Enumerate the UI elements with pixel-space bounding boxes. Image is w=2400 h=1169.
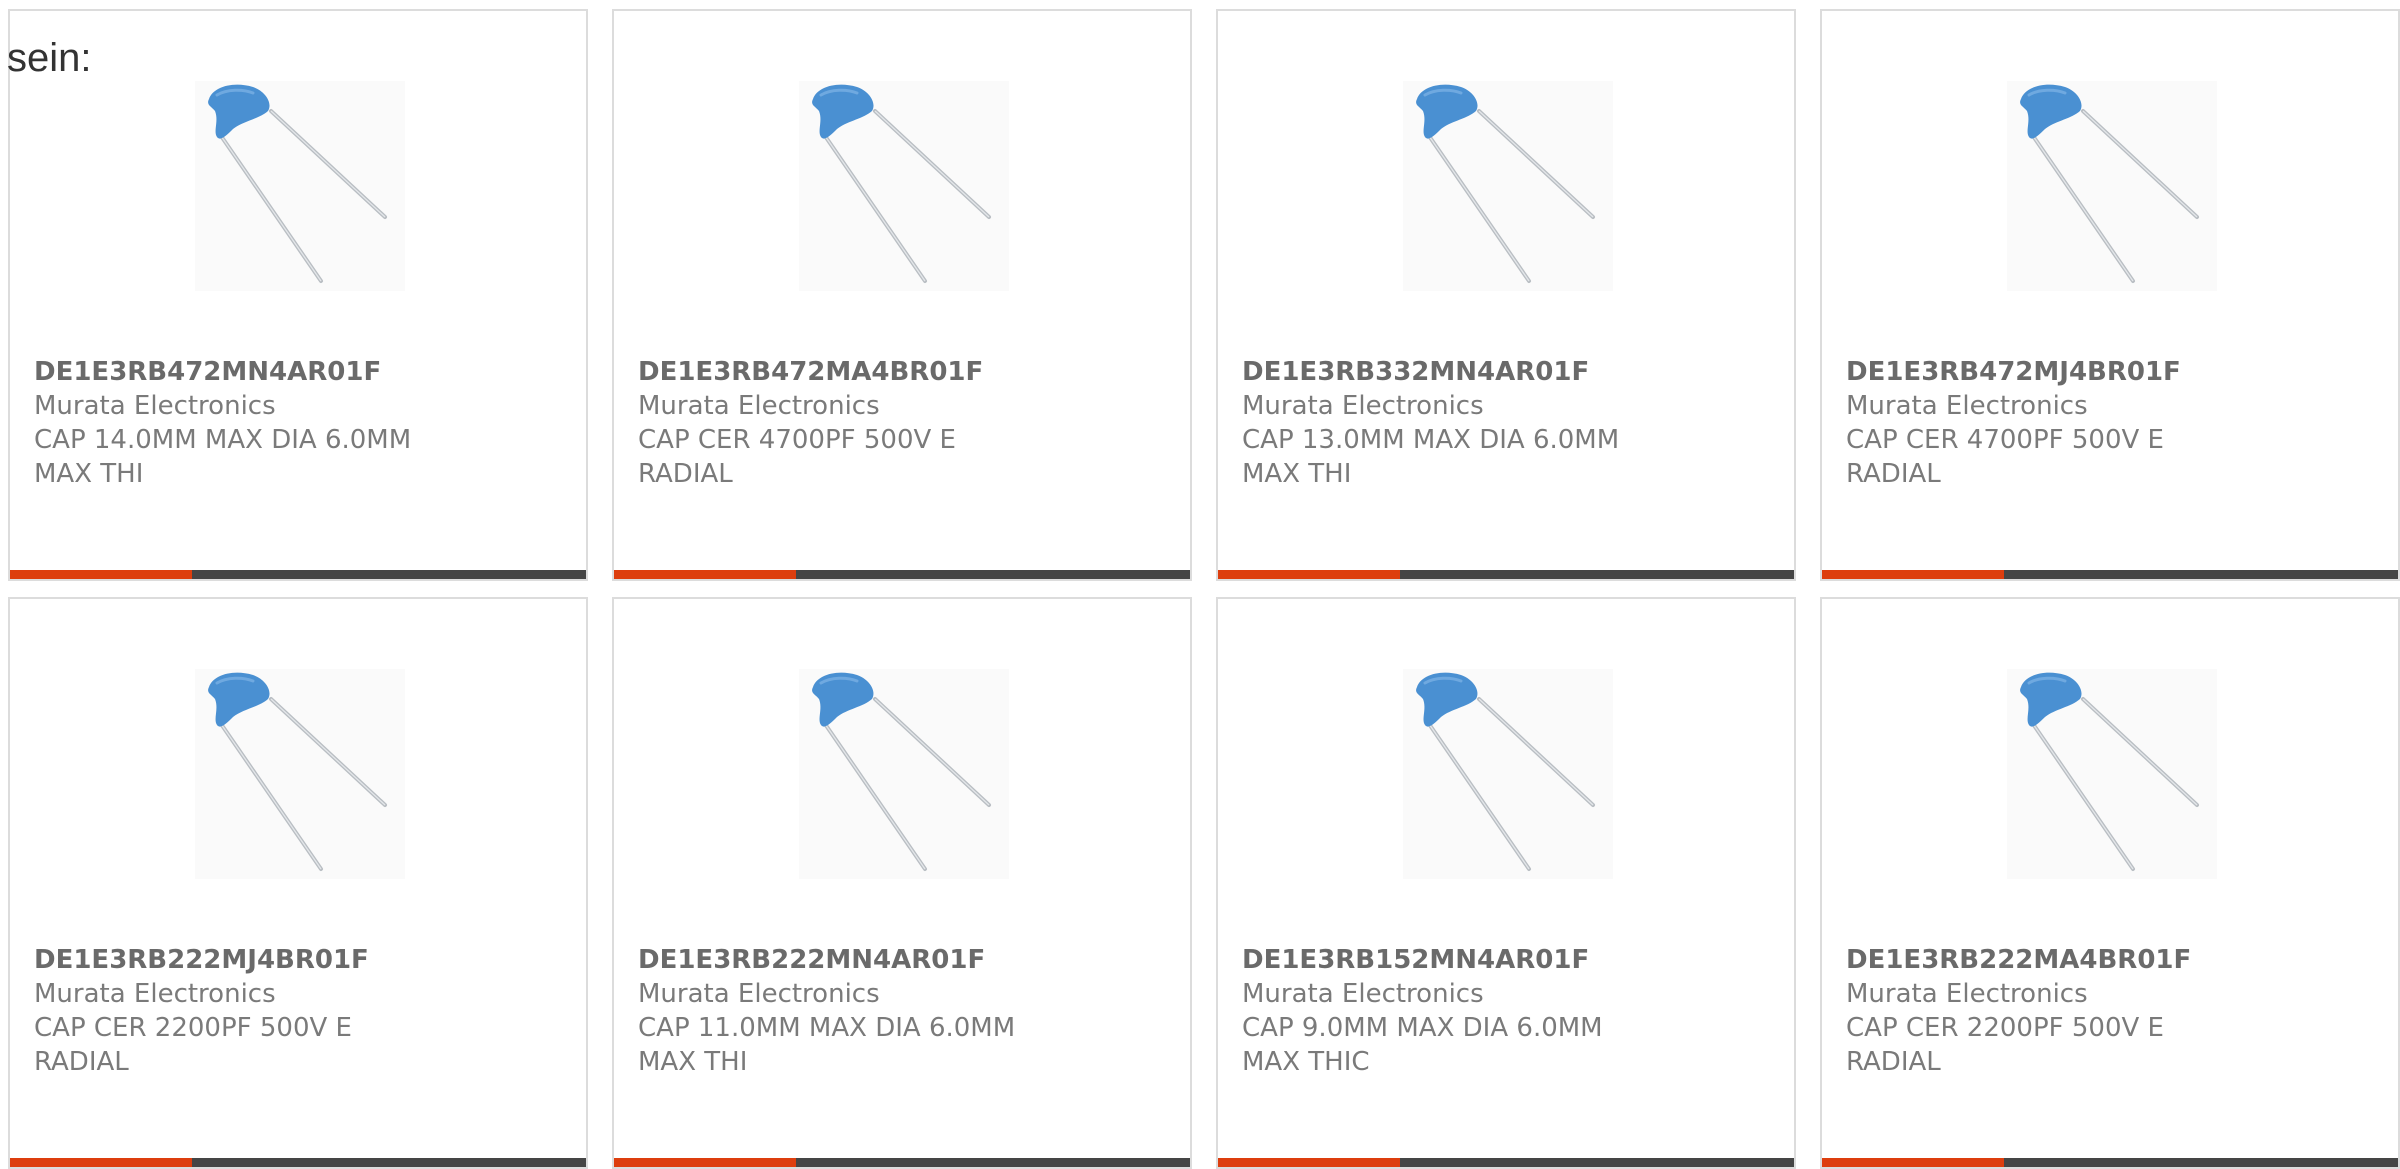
product-description: CAP CER 4700PF 500V E RADIAL [638, 425, 956, 489]
ceramic-disc-capacitor-icon [2007, 669, 2217, 879]
product-card[interactable]: DE1E3RB222MN4AR01F Murata Electronics CA… [612, 597, 1192, 1169]
product-info: DE1E3RB332MN4AR01F Murata Electronics CA… [1242, 355, 1662, 491]
product-info: DE1E3RB222MA4BR01F Murata Electronics CA… [1846, 943, 2266, 1079]
product-card[interactable]: DE1E3RB332MN4AR01F Murata Electronics CA… [1216, 9, 1796, 581]
card-accent-bar [10, 1158, 192, 1167]
product-card[interactable]: DE1E3RB222MA4BR01F Murata Electronics CA… [1820, 597, 2400, 1169]
card-accent-bar [1218, 570, 1400, 579]
product-description: CAP CER 2200PF 500V E RADIAL [1846, 1013, 2164, 1077]
card-accent-bar [614, 570, 796, 579]
card-footer-bar [1218, 570, 1794, 579]
product-part-number: DE1E3RB472MN4AR01F [34, 357, 382, 387]
ceramic-disc-capacitor-icon [2007, 81, 2217, 291]
card-accent-bar [1218, 1158, 1400, 1167]
product-card[interactable]: DE1E3RB472MJ4BR01F Murata Electronics CA… [1820, 9, 2400, 581]
ceramic-disc-capacitor-icon [1403, 81, 1613, 291]
product-part-number: DE1E3RB332MN4AR01F [1242, 357, 1590, 387]
product-manufacturer: Murata Electronics [1242, 979, 1484, 1009]
card-footer-bar [614, 1158, 1190, 1167]
card-accent-bar [614, 1158, 796, 1167]
product-manufacturer: Murata Electronics [34, 391, 276, 421]
product-manufacturer: Murata Electronics [1242, 391, 1484, 421]
product-manufacturer: Murata Electronics [638, 979, 880, 1009]
card-accent-bar [1822, 1158, 2004, 1167]
product-part-number: DE1E3RB222MN4AR01F [638, 945, 986, 975]
card-footer-bar [1822, 570, 2398, 579]
product-description: CAP 13.0MM MAX DIA 6.0MM MAX THI [1242, 425, 1620, 489]
product-part-number: DE1E3RB472MA4BR01F [638, 357, 984, 387]
ceramic-disc-capacitor-icon [1403, 669, 1613, 879]
card-footer-bar [614, 570, 1190, 579]
intro-text: sein: [7, 36, 92, 80]
card-accent-bar [1822, 570, 2004, 579]
product-description: CAP CER 2200PF 500V E RADIAL [34, 1013, 352, 1077]
product-manufacturer: Murata Electronics [34, 979, 276, 1009]
product-manufacturer: Murata Electronics [1846, 391, 2088, 421]
product-description: CAP 11.0MM MAX DIA 6.0MM MAX THI [638, 1013, 1016, 1077]
product-card[interactable]: DE1E3RB472MA4BR01F Murata Electronics CA… [612, 9, 1192, 581]
product-card[interactable]: DE1E3RB222MJ4BR01F Murata Electronics CA… [8, 597, 588, 1169]
product-description: CAP CER 4700PF 500V E RADIAL [1846, 425, 2164, 489]
card-accent-bar [10, 570, 192, 579]
product-description: CAP 9.0MM MAX DIA 6.0MM MAX THIC [1242, 1013, 1603, 1077]
card-footer-bar [1822, 1158, 2398, 1167]
product-info: DE1E3RB472MA4BR01F Murata Electronics CA… [638, 355, 1058, 491]
product-manufacturer: Murata Electronics [1846, 979, 2088, 1009]
product-manufacturer: Murata Electronics [638, 391, 880, 421]
product-info: DE1E3RB222MN4AR01F Murata Electronics CA… [638, 943, 1058, 1079]
card-footer-bar [10, 570, 586, 579]
product-grid: DE1E3RB472MN4AR01F Murata Electronics CA… [8, 9, 2400, 1169]
product-description: CAP 14.0MM MAX DIA 6.0MM MAX THI [34, 425, 412, 489]
product-card[interactable]: DE1E3RB152MN4AR01F Murata Electronics CA… [1216, 597, 1796, 1169]
product-part-number: DE1E3RB222MJ4BR01F [34, 945, 369, 975]
ceramic-disc-capacitor-icon [799, 669, 1009, 879]
product-card[interactable]: DE1E3RB472MN4AR01F Murata Electronics CA… [8, 9, 588, 581]
card-footer-bar [1218, 1158, 1794, 1167]
product-info: DE1E3RB152MN4AR01F Murata Electronics CA… [1242, 943, 1662, 1079]
product-info: DE1E3RB222MJ4BR01F Murata Electronics CA… [34, 943, 454, 1079]
product-info: DE1E3RB472MJ4BR01F Murata Electronics CA… [1846, 355, 2266, 491]
ceramic-disc-capacitor-icon [195, 669, 405, 879]
product-part-number: DE1E3RB222MA4BR01F [1846, 945, 2192, 975]
product-info: DE1E3RB472MN4AR01F Murata Electronics CA… [34, 355, 454, 491]
ceramic-disc-capacitor-icon [195, 81, 405, 291]
card-footer-bar [10, 1158, 586, 1167]
product-part-number: DE1E3RB152MN4AR01F [1242, 945, 1590, 975]
product-part-number: DE1E3RB472MJ4BR01F [1846, 357, 2181, 387]
ceramic-disc-capacitor-icon [799, 81, 1009, 291]
